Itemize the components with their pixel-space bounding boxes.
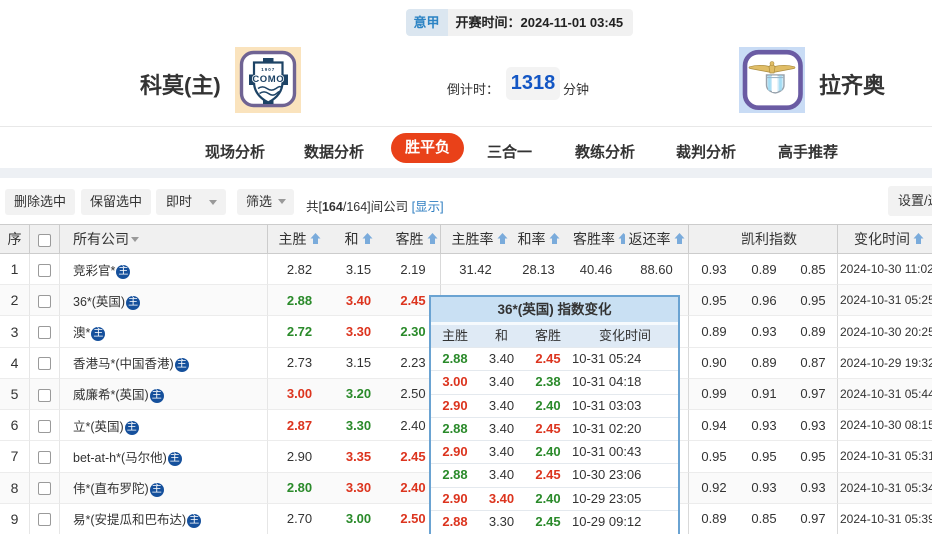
svg-text:1907: 1907	[261, 67, 275, 72]
svg-text:COMO: COMO	[252, 74, 284, 85]
